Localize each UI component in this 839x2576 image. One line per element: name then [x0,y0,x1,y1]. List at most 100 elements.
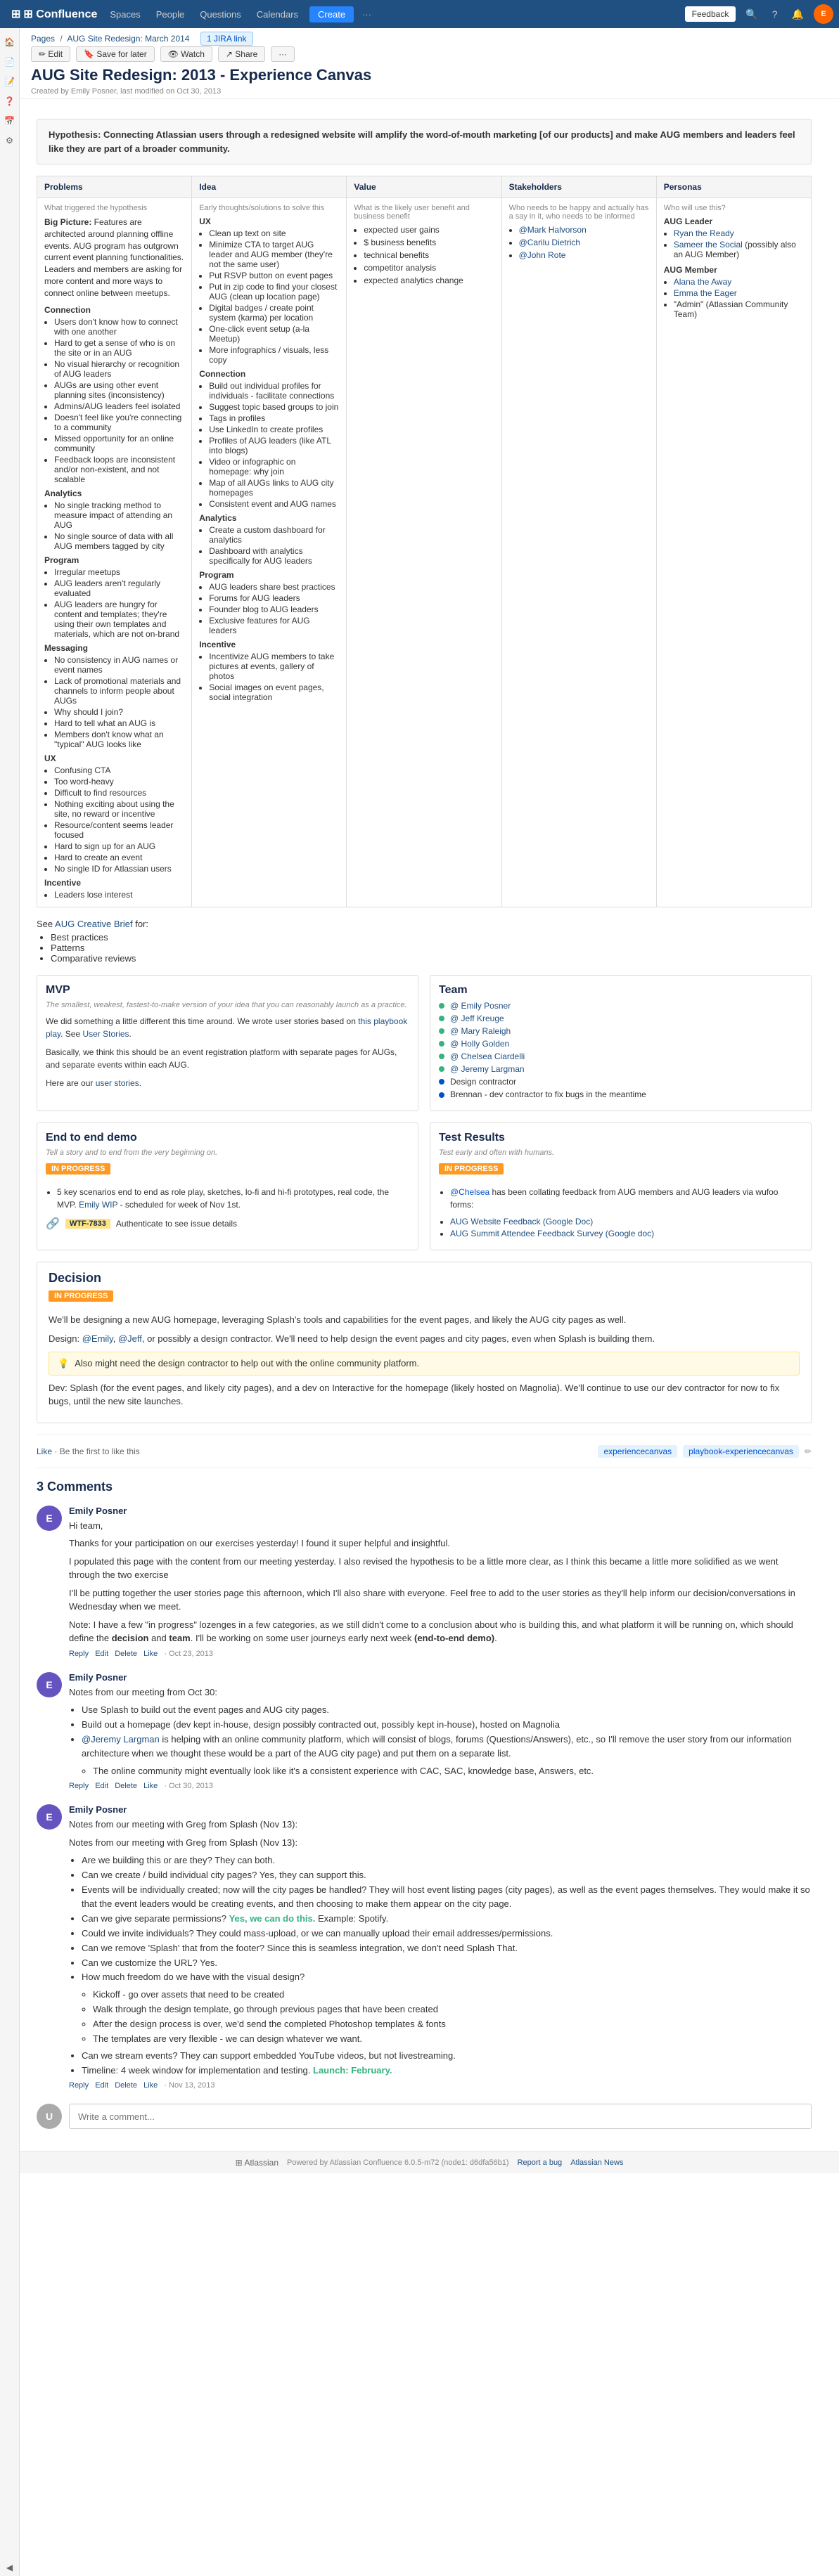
list-item: AUG Website Feedback (Google Doc) [450,1217,802,1226]
help-icon[interactable]: ? [768,6,782,22]
feedback-button[interactable]: Feedback [685,6,736,22]
sidebar-blog-icon[interactable]: 📝 [1,73,18,90]
edit-tags-icon[interactable]: ✏ [805,1446,812,1456]
list-item: Feedback loops are inconsistent and/or n… [54,455,184,484]
survey-link[interactable]: AUG Summit Attendee Feedback Survey (Goo… [450,1229,654,1238]
like-link[interactable]: Like [37,1446,52,1456]
jeff-mention[interactable]: @Jeff [118,1333,142,1344]
jeremy-mention[interactable]: @Jeremy Largman [82,1734,160,1745]
edit-link[interactable]: Edit [95,1782,108,1790]
report-bug-link[interactable]: Report a bug [518,2158,563,2167]
idea-connection-title: Connection [199,369,339,379]
stakeholder-link[interactable]: @John Rote [519,250,566,260]
idea-incentive-list: Incentivize AUG members to take pictures… [199,652,339,702]
list-item: Comparative reviews [51,953,812,964]
endtoend-list: 5 key scenarios end to end as role play,… [46,1186,409,1211]
idea-program-title: Program [199,570,339,580]
page-meta: Created by Emily Posner, last modified o… [31,87,828,96]
member-link[interactable]: @ Holly Golden [450,1039,509,1049]
sidebar-collapse-icon[interactable]: ◀ [1,2559,18,2576]
more-button[interactable]: ··· [355,6,378,22]
user-stories-link[interactable]: User Stories [82,1029,129,1039]
like-link[interactable]: Like [143,2081,158,2090]
idea-analytics-list: Create a custom dashboard for analytics … [199,525,339,566]
list-item: Hard to sign up for an AUG [54,841,184,851]
feedback-doc-link[interactable]: AUG Website Feedback (Google Doc) [450,1217,593,1226]
nav-questions[interactable]: Questions [193,6,248,22]
member-link[interactable]: @ Mary Raleigh [450,1026,511,1036]
reply-link[interactable]: Reply [69,1782,89,1790]
comment-2: E Emily Posner Notes from our meeting fr… [37,1672,812,1790]
confluence-logo[interactable]: ⊞ ⊞ Confluence [6,7,103,21]
emily-link[interactable]: Emily WIP [79,1200,117,1210]
stakeholder-link[interactable]: @Mark Halvorson [519,225,587,235]
problems-program-list: Irregular meetups AUG leaders aren't reg… [44,567,184,639]
list-item: More infographics / visuals, less copy [209,345,339,365]
nav-spaces[interactable]: Spaces [103,6,147,22]
idea-ux-list: Clean up text on site Minimize CTA to ta… [199,228,339,365]
creative-brief-link[interactable]: AUG Creative Brief [55,919,133,929]
create-button[interactable]: Create [309,6,354,22]
persona-link[interactable]: Alana the Away [674,277,732,287]
jira-link[interactable]: 1 JIRA link [200,32,253,46]
watch-button[interactable]: 👁 Watch [160,46,212,62]
atlassian-news-link[interactable]: Atlassian News [570,2158,623,2167]
persona-link[interactable]: Sameer the Social [674,240,743,250]
list-item: Hard to get a sense of who is on the sit… [54,338,184,358]
member-link[interactable]: @ Chelsea Ciardelli [450,1051,525,1061]
member-link[interactable]: @ Jeff Kreuge [450,1014,504,1023]
col-header-value: Value [347,176,501,198]
tag-experiencecanvas[interactable]: experiencecanvas [598,1445,677,1458]
launch-link[interactable]: Launch: February. [313,2065,392,2076]
delete-link[interactable]: Delete [115,1782,137,1790]
like-link[interactable]: Like [143,1650,158,1658]
sidebar-space-icon[interactable]: ⚙ [1,132,18,149]
page-actions: ✏ Edit 🔖 Save for later 👁 Watch ↗ Share … [31,46,828,62]
save-later-button[interactable]: 🔖 Save for later [76,46,155,62]
more-actions-button[interactable]: ··· [271,46,295,62]
wt-badge: WTF-7833 [65,1219,110,1229]
reply-link[interactable]: Reply [69,2081,89,2090]
persona-link[interactable]: Ryan the Ready [674,228,734,238]
sidebar-pages-icon[interactable]: 📄 [1,53,18,70]
comment-author-3: Emily Posner [69,1804,127,1815]
search-icon[interactable]: 🔍 [741,6,762,23]
list-item: No visual hierarchy or recognition of AU… [54,359,184,379]
breadcrumb-parent[interactable]: AUG Site Redesign: March 2014 [67,34,189,44]
sidebar-questions-icon[interactable]: ❓ [1,93,18,110]
sub-list: Kickoff - go over assets that need to be… [82,1988,812,2046]
delete-link[interactable]: Delete [115,1650,137,1658]
comment-header-2: Emily Posner [69,1672,812,1683]
notifications-icon[interactable]: 🔔 [788,6,808,23]
share-button[interactable]: ↗ Share [218,46,265,62]
creative-brief: See AUG Creative Brief for: Best practic… [37,919,812,964]
stakeholder-link[interactable]: @Carilu Dietrich [519,238,581,247]
nav-calendars[interactable]: Calendars [250,6,305,22]
user-avatar[interactable]: E [814,4,833,24]
emily-mention[interactable]: @Emily [82,1333,113,1344]
edit-button[interactable]: ✏ Edit [31,46,70,62]
nav-people[interactable]: People [149,6,191,22]
edit-link[interactable]: Edit [95,1650,108,1658]
tag-playbook[interactable]: playbook-experiencecanvas [683,1445,799,1458]
decision-body2: Design: @Emily, @Jeff, or possibly a des… [49,1332,800,1346]
list-item: Timeline: 4 week window for implementati… [82,2064,812,2078]
sidebar-home-icon[interactable]: 🏠 [1,34,18,51]
breadcrumb-pages[interactable]: Pages [31,34,55,44]
idea-cell: Early thoughts/solutions to solve this U… [192,198,347,907]
like-link[interactable]: Like [143,1782,158,1790]
persona-link[interactable]: Emma the Eager [674,288,737,298]
footer-confluence: Powered by Atlassian Confluence 6.0.5-m7… [287,2158,509,2167]
list-item: Forums for AUG leaders [209,593,339,603]
decision-title: Decision [49,1271,800,1286]
delete-link[interactable]: Delete [115,2081,137,2090]
edit-link[interactable]: Edit [95,2081,108,2090]
comment-input[interactable] [69,2104,812,2129]
reply-link[interactable]: Reply [69,1650,89,1658]
member-link[interactable]: @ Emily Posner [450,1001,511,1011]
sidebar-calendar-icon[interactable]: 📅 [1,112,18,129]
list-item: Emma the Eager [674,288,804,298]
problems-messaging-list: No consistency in AUG names or event nam… [44,655,184,749]
our-stories-link[interactable]: user stories [96,1078,139,1088]
member-link[interactable]: @ Jeremy Largman [450,1064,525,1074]
